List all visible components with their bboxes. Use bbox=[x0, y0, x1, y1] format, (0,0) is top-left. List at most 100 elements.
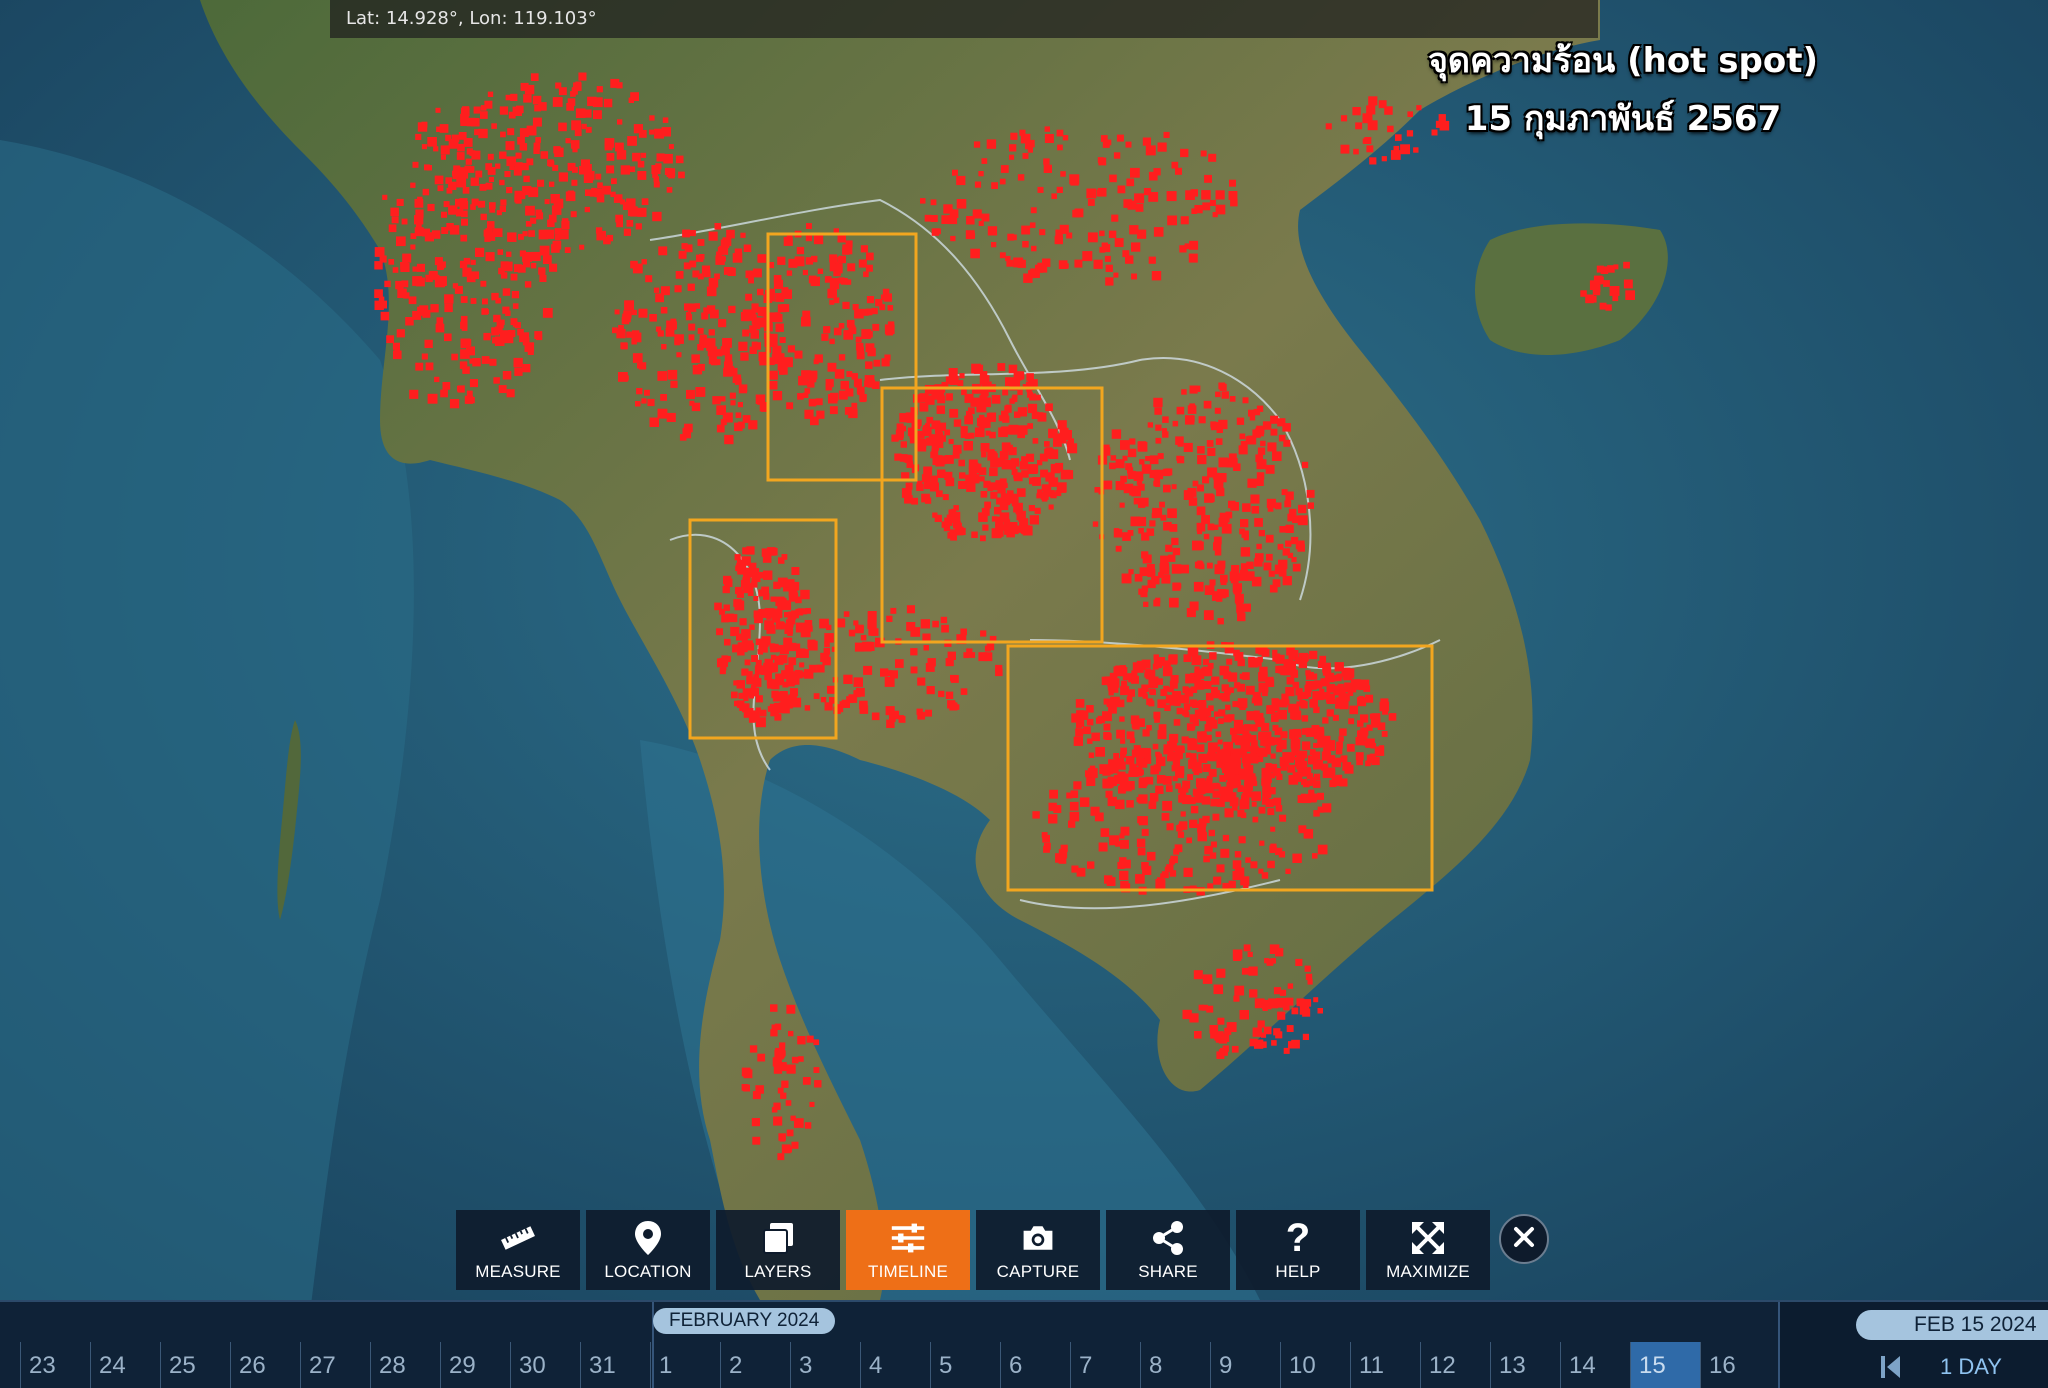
hotspot-point bbox=[574, 129, 582, 137]
hotspot-point bbox=[1143, 601, 1149, 607]
timeline-day[interactable]: 14 bbox=[1560, 1342, 1630, 1388]
timeline-day[interactable]: 10 bbox=[1280, 1342, 1350, 1388]
hotspot-point bbox=[720, 664, 727, 671]
timeline-day[interactable]: 11 bbox=[1350, 1342, 1420, 1388]
timeline-day[interactable]: 4 bbox=[860, 1342, 930, 1388]
hotspot-point bbox=[746, 546, 755, 555]
hotspot-point bbox=[984, 501, 991, 509]
hotspot-point bbox=[1269, 584, 1278, 593]
hotspot-point bbox=[1012, 394, 1018, 400]
current-date[interactable]: FEB 15 2024 bbox=[1856, 1310, 2048, 1340]
timeline-day[interactable]: 29 bbox=[440, 1342, 510, 1388]
timeline-day[interactable]: 8 bbox=[1140, 1342, 1210, 1388]
hotspot-point bbox=[883, 293, 892, 302]
hotspot-point bbox=[530, 73, 539, 81]
hotspot-point bbox=[620, 165, 630, 175]
hotspot-point bbox=[547, 219, 555, 227]
timeline-day[interactable]: 23 bbox=[20, 1342, 90, 1388]
hotspot-point bbox=[647, 398, 655, 407]
timeline-day[interactable]: 12 bbox=[1420, 1342, 1490, 1388]
hotspot-point bbox=[585, 126, 592, 133]
hotspot-point bbox=[1044, 126, 1050, 132]
timeline-button[interactable]: TIMELINE bbox=[846, 1210, 970, 1290]
timeline-day[interactable]: 26 bbox=[230, 1342, 300, 1388]
hotspot-point bbox=[1286, 1025, 1294, 1032]
timeline-day[interactable]: 1 bbox=[650, 1342, 720, 1388]
hotspot-point bbox=[1182, 686, 1188, 692]
hotspot-point bbox=[1153, 227, 1164, 237]
hotspot-point bbox=[1161, 812, 1170, 821]
timeline-day[interactable]: 9 bbox=[1210, 1342, 1280, 1388]
hotspot-point bbox=[1171, 161, 1179, 169]
hotspot-point bbox=[1166, 191, 1177, 202]
skip-back-icon[interactable] bbox=[1880, 1354, 1902, 1380]
timeline-day[interactable]: 7 bbox=[1070, 1342, 1140, 1388]
hotspot-point bbox=[1169, 733, 1179, 743]
timeline-day[interactable]: 28 bbox=[370, 1342, 440, 1388]
hotspot-point bbox=[1141, 551, 1149, 559]
hotspot-point bbox=[786, 270, 793, 276]
hotspot-point bbox=[550, 194, 560, 204]
timeline-day[interactable]: 24 bbox=[90, 1342, 160, 1388]
hotspot-point bbox=[1120, 440, 1130, 450]
timeline-day[interactable]: 13 bbox=[1490, 1342, 1560, 1388]
hotspot-point bbox=[1001, 442, 1011, 452]
hotspot-point bbox=[1125, 141, 1132, 148]
timeline-day[interactable]: 16 bbox=[1700, 1342, 1770, 1388]
timeline-day[interactable]: 31 bbox=[580, 1342, 650, 1388]
hotspot-point bbox=[1340, 144, 1350, 154]
hotspot-point bbox=[1068, 820, 1076, 828]
hotspot-point bbox=[1203, 855, 1210, 863]
timeline-day[interactable]: 27 bbox=[300, 1342, 370, 1388]
hotspot-point bbox=[1179, 790, 1187, 797]
hotspot-point bbox=[480, 280, 487, 287]
hotspot-point bbox=[1115, 481, 1125, 491]
timeline-day[interactable]: 3 bbox=[790, 1342, 860, 1388]
hotspot-point bbox=[1589, 295, 1597, 303]
hotspot-point bbox=[1219, 512, 1230, 523]
hotspot-point bbox=[769, 663, 778, 673]
timeline-day[interactable]: 25 bbox=[160, 1342, 230, 1388]
hotspot-point bbox=[999, 451, 1009, 460]
hotspot-point bbox=[1340, 755, 1348, 763]
satellite-map[interactable] bbox=[0, 0, 2048, 1388]
help-button[interactable]: ? HELP bbox=[1236, 1210, 1360, 1290]
hotspot-point bbox=[853, 677, 863, 687]
hotspot-point bbox=[1172, 755, 1178, 761]
hotspot-point bbox=[1141, 862, 1149, 870]
timeline-day[interactable]: 15 bbox=[1630, 1342, 1700, 1388]
day-strip[interactable]: 23 24 25 26 27 28 29 30 31 1 2 3 4 5 6 7 8 9 10 11 12 13 14 15 1… bbox=[0, 1342, 1780, 1388]
hotspot-point bbox=[829, 254, 838, 263]
close-toolbar-button[interactable] bbox=[1499, 1214, 1549, 1264]
hotspot-point bbox=[755, 1085, 764, 1094]
hotspot-point bbox=[572, 166, 578, 173]
timeline-day[interactable]: 2 bbox=[720, 1342, 790, 1388]
hotspot-point bbox=[522, 252, 532, 262]
hotspot-point bbox=[1062, 135, 1069, 141]
location-button[interactable]: LOCATION bbox=[586, 1210, 710, 1290]
hotspot-point bbox=[499, 106, 509, 115]
timeline-day[interactable]: 30 bbox=[510, 1342, 580, 1388]
hotspot-point bbox=[990, 491, 998, 499]
hotspot-point bbox=[803, 392, 809, 398]
hotspot-point bbox=[449, 399, 460, 409]
capture-button[interactable]: CAPTURE bbox=[976, 1210, 1100, 1290]
layers-button[interactable]: LAYERS bbox=[716, 1210, 840, 1290]
hotspot-point bbox=[1204, 724, 1213, 732]
measure-button[interactable]: MEASURE bbox=[456, 1210, 580, 1290]
hotspot-point bbox=[737, 700, 745, 708]
share-button[interactable]: SHARE bbox=[1106, 1210, 1230, 1290]
hotspot-point bbox=[1159, 564, 1168, 572]
hotspot-point bbox=[949, 375, 959, 385]
maximize-button[interactable]: MAXIMIZE bbox=[1366, 1210, 1490, 1290]
timeline-day[interactable]: 6 bbox=[1000, 1342, 1070, 1388]
timeline-day[interactable]: 5 bbox=[930, 1342, 1000, 1388]
hotspot-point bbox=[1366, 145, 1374, 153]
hotspot-point bbox=[781, 1080, 789, 1088]
hotspot-point bbox=[757, 306, 767, 317]
hotspot-point bbox=[1149, 676, 1159, 686]
hotspot-point bbox=[453, 165, 461, 173]
interval-selector[interactable]: 1 DAY bbox=[1940, 1350, 2002, 1384]
hotspot-point bbox=[1176, 455, 1182, 461]
hotspot-point bbox=[487, 153, 494, 160]
